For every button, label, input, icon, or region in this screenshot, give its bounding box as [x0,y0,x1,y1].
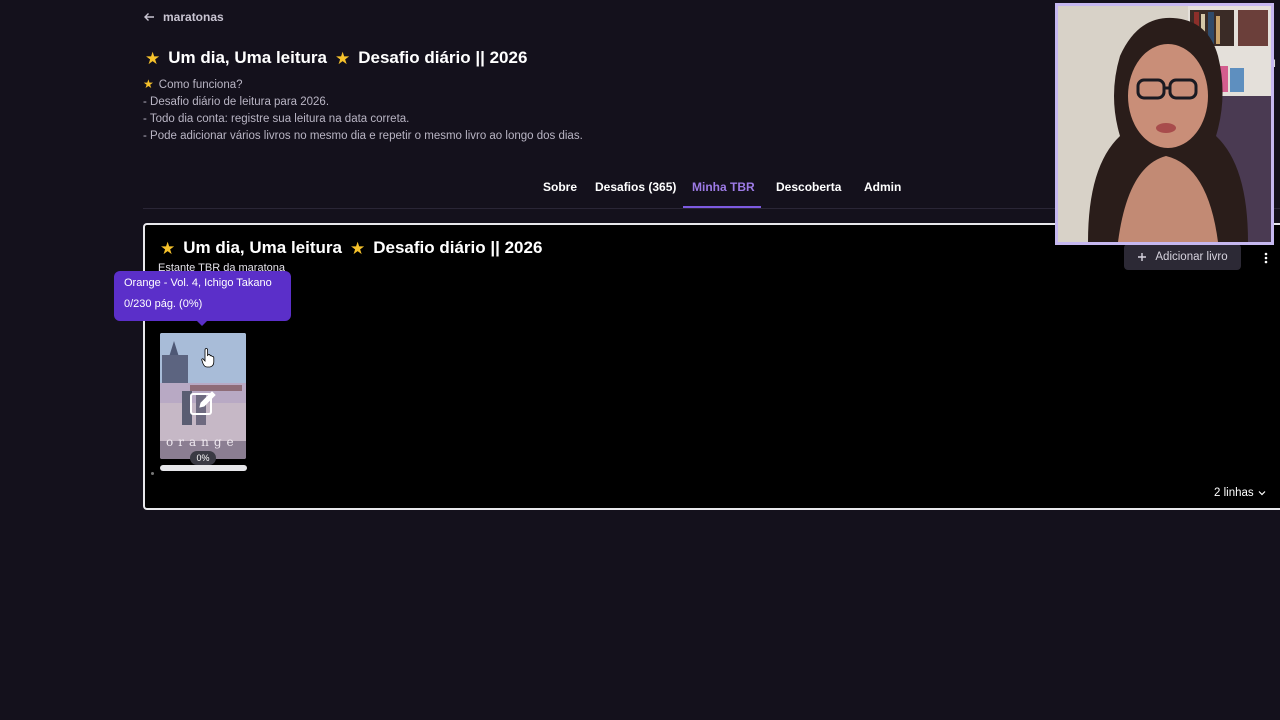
more-options-button[interactable] [1258,248,1274,268]
shelf-title-part2: Desafio diário || 2026 [373,238,543,257]
tab-admin[interactable]: Admin [864,180,901,194]
book-tooltip: Orange - Vol. 4, Ichigo Takano 0/230 pág… [114,271,291,321]
tooltip-title: Orange - Vol. 4, Ichigo Takano [124,277,272,289]
webcam-overlay [1055,3,1274,245]
challenge-description: ★ Como funciona? - Desafio diário de leit… [143,76,583,145]
shelf-title: ★ Um dia, Uma leitura ★ Desafio diário |… [160,238,542,258]
tooltip-arrow [196,320,208,326]
hand-cursor-icon [201,348,215,368]
active-tab-indicator [683,206,761,208]
vertical-dots-icon [1264,252,1268,264]
description-line: - Pode adicionar vários livros no mesmo … [143,130,583,142]
description-line: Como funciona? [158,79,243,91]
star-icon: ★ [349,238,366,258]
star-icon: ★ [334,48,351,68]
chevron-down-icon [1258,491,1266,496]
page-title-part2: Desafio diário || 2026 [358,48,528,67]
progress-label: 0% [190,451,216,465]
arrow-left-icon [144,13,154,21]
add-book-button[interactable]: Adicionar livro [1124,244,1241,270]
page-title-part1: Um dia, Uma leitura [168,48,327,67]
back-link[interactable]: maratonas [143,10,224,24]
shelf-title-part1: Um dia, Uma leitura [183,238,342,257]
progress-bar [160,465,247,471]
tab-minha-tbr[interactable]: Minha TBR [692,180,755,194]
tooltip-pages: 0/230 pág. (0%) [124,298,203,310]
star-icon: ★ [145,48,161,68]
plus-icon [1138,253,1147,261]
add-book-label: Adicionar livro [1155,251,1228,263]
back-link-label: maratonas [163,10,224,24]
star-icon: ★ [143,77,154,91]
star-icon: ★ [160,238,176,258]
description-line: - Todo dia conta: registre sua leitura n… [143,113,410,125]
rows-select[interactable]: 2 linhas [1214,484,1266,502]
cover-title-text: orange [166,435,239,449]
rows-select-label: 2 linhas [1214,487,1254,499]
progress-dot [151,472,154,475]
webcam-video [1058,6,1271,242]
page-title: ★ Um dia, Uma leitura ★ Desafio diário |… [145,48,527,68]
tab-descoberta[interactable]: Descoberta [776,180,841,194]
description-line: - Desafio diário de leitura para 2026. [143,96,330,108]
edit-icon[interactable] [188,388,218,418]
tab-sobre[interactable]: Sobre [543,180,577,194]
page: maratonas ★ Um dia, Uma leitura ★ Desafi… [0,0,1280,720]
tab-desafios[interactable]: Desafios (365) [595,180,676,194]
tbr-shelf-card [143,223,1280,510]
clipped-text: I [1273,58,1277,70]
